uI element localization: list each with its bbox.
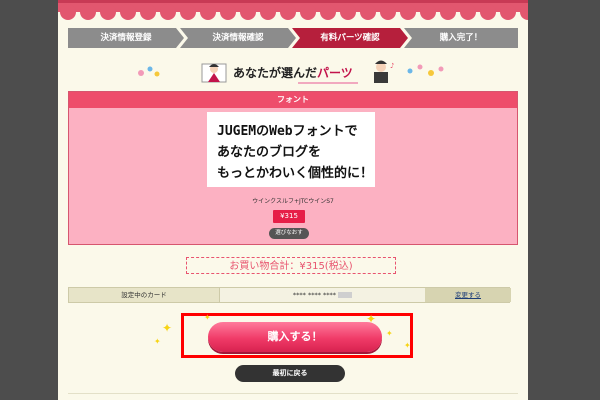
decoration-sparkles-left-icon: [138, 66, 160, 77]
progress-steps: 決済情報登録 決済情報確認 有料パーツ確認 購入完了！: [68, 28, 518, 48]
back-to-start-button[interactable]: 最初に戻る: [235, 365, 345, 382]
card-number-masked: **** **** ****: [292, 291, 337, 299]
step-payment-confirmation: 決済情報確認: [180, 28, 296, 48]
curtain-valance: [58, 0, 528, 20]
sparkle-icon: ✦: [154, 337, 161, 346]
preview-line-2: あなたのブログを: [217, 145, 322, 160]
font-preview-card: JUGEMのWebフォントで あなたのブログを もっとかわいく個性的に！: [207, 112, 375, 187]
sparkle-icon: ✦: [404, 341, 411, 350]
girl-character-icon: [201, 63, 227, 83]
boy-character-icon: ♪: [374, 60, 394, 83]
card-label: 設定中のカード: [121, 291, 167, 299]
page: 決済情報登録 決済情報確認 有料パーツ確認 購入完了！ あなたが選んだパーツ ♪…: [58, 0, 528, 400]
card-number-redacted: [338, 292, 353, 298]
preview-line-3: もっとかわいく個性的に！: [217, 166, 374, 181]
price-badge: ¥315: [273, 210, 305, 223]
sparkle-icon: ✦: [204, 313, 211, 322]
step-payment-registration: 決済情報登録: [68, 28, 184, 48]
card-number: **** **** ****: [219, 288, 426, 302]
sparkle-icon: ✦: [386, 329, 393, 338]
heading-title: あなたが選んだパーツ: [233, 64, 353, 81]
heading-accent: パーツ: [317, 66, 353, 80]
heading-prefix: あなたが選んだ: [233, 66, 318, 80]
section-heading: あなたが選んだパーツ ♪: [58, 56, 528, 90]
step-paid-parts-confirmation: 有料パーツ確認: [292, 28, 408, 48]
heading-underline: [298, 82, 358, 84]
purchase-button[interactable]: 購入する！: [208, 322, 382, 352]
sparkle-icon: ✦: [162, 321, 173, 335]
font-name-label: ウインクスルフ+JTCウインS7: [252, 198, 334, 205]
footer-divider: [68, 393, 518, 394]
svg-text:♪: ♪: [390, 62, 394, 70]
selected-parts-panel: フォント JUGEMのWebフォントで あなたのブログを もっとかわいく個性的に…: [68, 91, 518, 245]
purchase-total: お買い物合計：¥315(税込): [186, 257, 396, 274]
preview-line-1: JUGEMのWebフォントで: [217, 124, 358, 139]
parts-category-header: フォント: [69, 92, 517, 108]
reselect-button[interactable]: 選びなおす: [269, 228, 309, 239]
decoration-sparkles-right-icon: [407, 64, 444, 76]
change-card-link[interactable]: 変更する: [425, 288, 511, 302]
step-purchase-complete: 購入完了！: [404, 28, 518, 48]
card-settings-row: 設定中のカード **** **** **** 変更する: [68, 287, 511, 303]
